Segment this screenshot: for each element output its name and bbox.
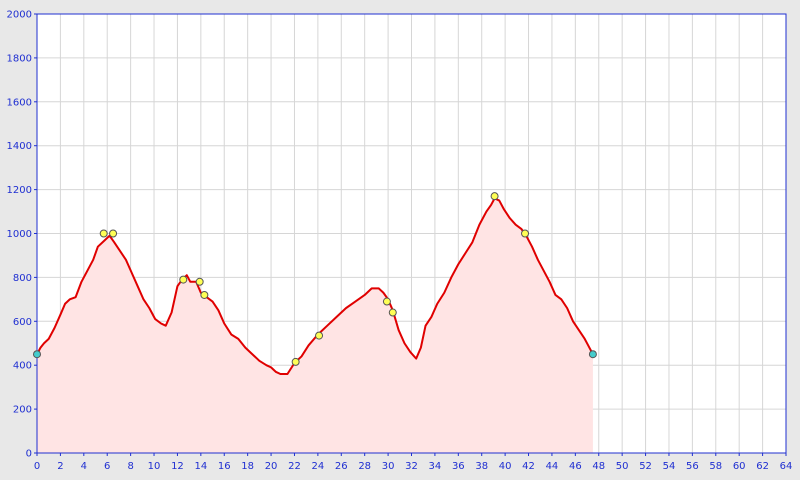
x-tick-label: 8 xyxy=(127,461,133,472)
waypoint-marker xyxy=(382,297,391,306)
x-tick-label: 6 xyxy=(104,461,110,472)
x-tick-label: 36 xyxy=(452,461,465,472)
waypoint-marker xyxy=(179,275,188,284)
y-tick-label: 1000 xyxy=(7,229,32,240)
waypoint-marker xyxy=(521,229,530,238)
x-tick-label: 12 xyxy=(171,461,184,472)
x-tick-label: 52 xyxy=(639,461,652,472)
x-tick-label: 34 xyxy=(429,461,442,472)
x-tick-label: 48 xyxy=(592,461,605,472)
waypoint-marker xyxy=(490,192,499,201)
x-tick-label: 46 xyxy=(569,461,582,472)
waypoint-marker xyxy=(315,331,324,340)
x-tick-label: 44 xyxy=(546,461,559,472)
x-tick-label: 4 xyxy=(81,461,87,472)
y-tick-label: 1600 xyxy=(7,97,32,108)
x-tick-label: 40 xyxy=(499,461,512,472)
endpoint-marker xyxy=(33,350,41,359)
elevation-profile-chart: 0 2 4 6 8 10 12 14 16 18 20 22 24 26 28 30 32 34 36 38 40 42 4… xyxy=(0,0,800,480)
y-tick-label: 600 xyxy=(13,317,32,328)
x-tick-label: 32 xyxy=(405,461,418,472)
x-tick-label: 50 xyxy=(616,461,629,472)
waypoint-marker xyxy=(200,290,209,299)
y-tick-label: 2000 xyxy=(7,10,32,21)
waypoint-marker xyxy=(109,229,118,238)
endpoint-marker xyxy=(588,350,597,359)
x-tick-label: 42 xyxy=(522,461,535,472)
x-tick-label: 54 xyxy=(663,461,676,472)
x-tick-label: 28 xyxy=(358,461,371,472)
x-tick-label: 30 xyxy=(382,461,395,472)
x-tick-label: 22 xyxy=(288,461,301,472)
x-tick-label: 0 xyxy=(34,461,40,472)
y-tick-label: 0 xyxy=(26,449,32,460)
x-tick-label: 38 xyxy=(475,461,488,472)
x-tick-label: 24 xyxy=(312,461,325,472)
x-tick-label: 2 xyxy=(57,461,63,472)
y-tick-label: 800 xyxy=(13,273,32,284)
x-tick-label: 26 xyxy=(335,461,348,472)
x-tick-label: 60 xyxy=(733,461,746,472)
y-tick-label: 1200 xyxy=(7,185,32,196)
x-tick-label: 56 xyxy=(686,461,699,472)
waypoint-marker xyxy=(195,277,204,286)
waypoint-marker xyxy=(99,229,108,238)
waypoint-marker xyxy=(291,357,300,366)
x-tick-label: 18 xyxy=(241,461,254,472)
x-tick-label: 20 xyxy=(265,461,278,472)
x-tick-label: 16 xyxy=(218,461,231,472)
y-tick-label: 400 xyxy=(13,361,32,372)
y-tick-label: 1800 xyxy=(7,53,32,64)
x-tick-label: 14 xyxy=(194,461,207,472)
x-tick-label: 10 xyxy=(148,461,161,472)
x-tick-label: 62 xyxy=(756,461,769,472)
x-tick-label: 64 xyxy=(780,461,793,472)
y-tick-label: 200 xyxy=(13,405,32,416)
waypoint-marker xyxy=(388,308,397,317)
x-tick-label: 58 xyxy=(709,461,722,472)
y-tick-label: 1400 xyxy=(7,141,32,152)
